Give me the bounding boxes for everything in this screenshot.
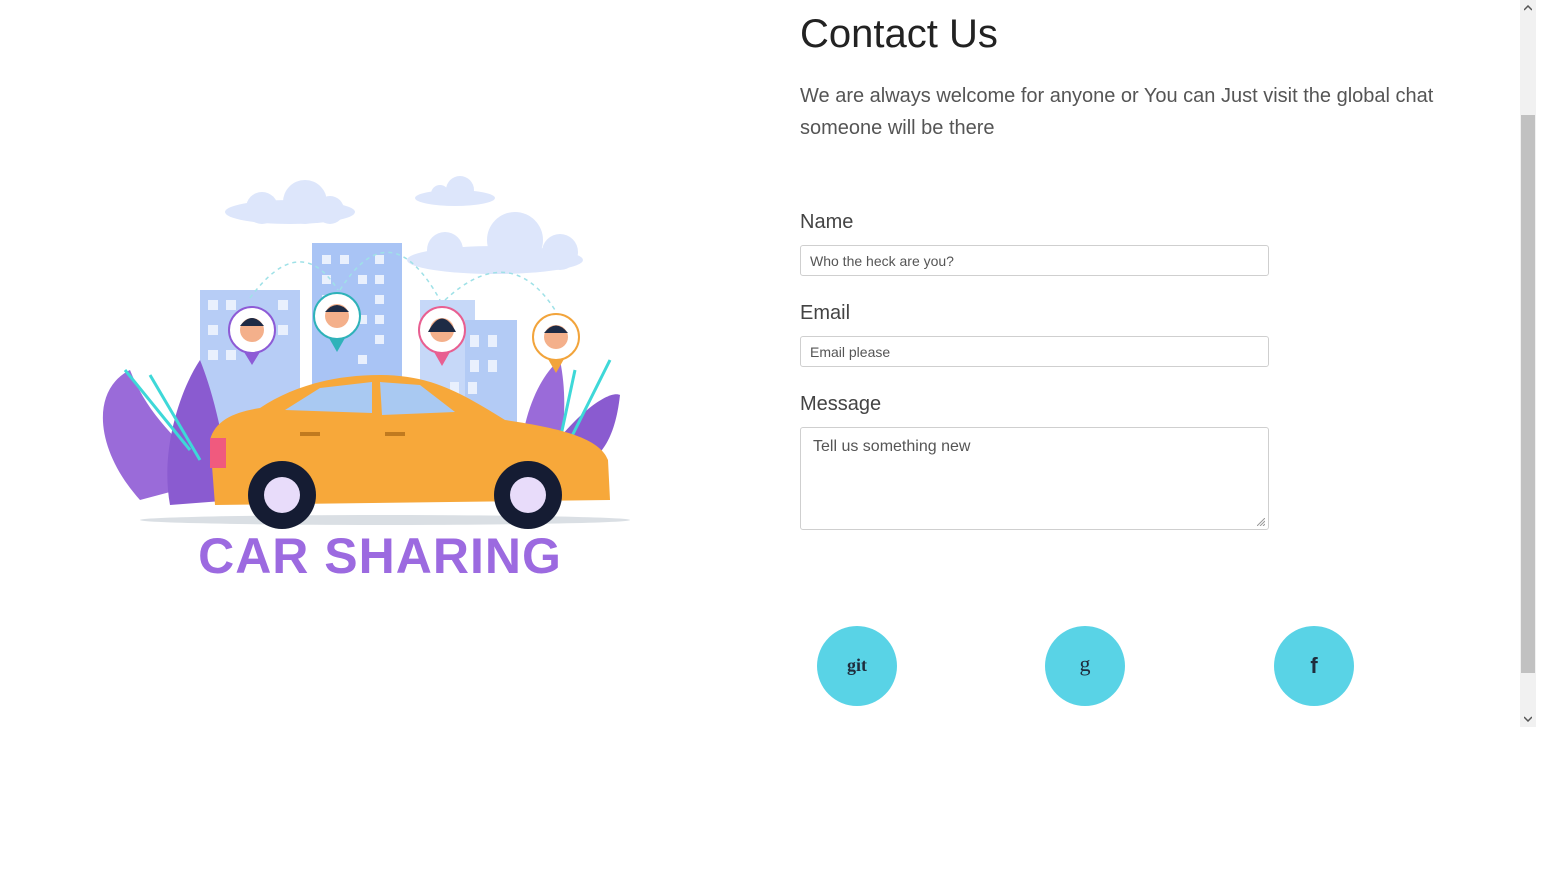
email-placeholder: Email please <box>810 344 891 360</box>
page-viewport: CAR SHARING Contact Us We are always wel… <box>0 0 1536 727</box>
message-textarea[interactable]: Tell us something new <box>800 427 1269 530</box>
github-button[interactable]: git <box>817 626 897 706</box>
page-subtitle: We are always welcome for anyone or You … <box>800 85 1434 139</box>
name-placeholder: Who the heck are you? <box>810 253 954 269</box>
scroll-down-button[interactable] <box>1520 711 1536 727</box>
car-sharing-banner: CAR SHARING <box>198 528 562 584</box>
name-label: Name <box>800 211 854 233</box>
facebook-label: f <box>1310 653 1318 678</box>
chevron-up-icon <box>1524 5 1532 11</box>
email-label: Email <box>800 302 851 324</box>
facebook-icon: f <box>1310 653 1318 678</box>
chevron-down-icon <box>1524 716 1532 722</box>
scroll-up-button[interactable] <box>1520 0 1536 16</box>
name-input[interactable]: Who the heck are you? <box>800 245 1269 276</box>
clouds <box>225 176 583 274</box>
resize-handle-icon[interactable] <box>1257 518 1265 526</box>
vertical-scrollbar[interactable] <box>1520 0 1536 727</box>
github-label: git <box>847 655 867 675</box>
google-button[interactable]: g <box>1045 626 1125 706</box>
message-label: Message <box>800 393 882 415</box>
google-icon: g <box>1080 651 1091 676</box>
page-title: Contact Us <box>800 12 998 56</box>
github-icon: git <box>847 655 867 675</box>
email-input[interactable]: Email please <box>800 336 1269 367</box>
scrollbar-thumb[interactable] <box>1521 115 1535 673</box>
google-label: g <box>1080 651 1091 676</box>
facebook-button[interactable]: f <box>1274 626 1354 706</box>
message-placeholder: Tell us something new <box>813 438 971 455</box>
